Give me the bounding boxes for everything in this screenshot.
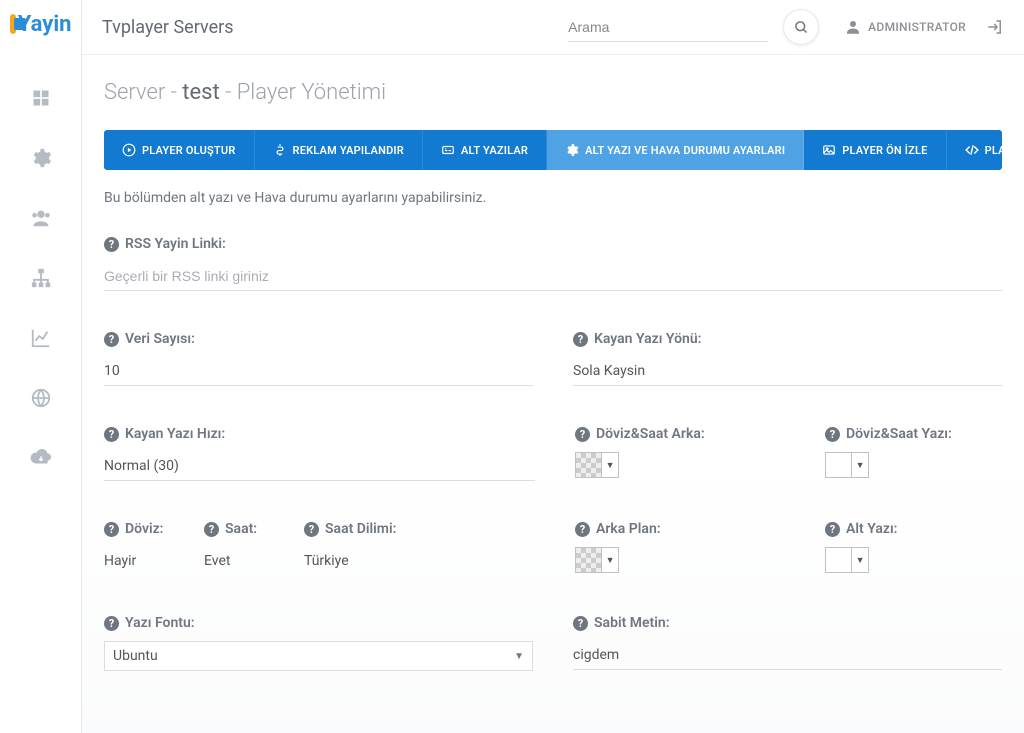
search-input[interactable] bbox=[568, 13, 768, 42]
doviz-saat-arka-label: ? Döviz&Saat Arka: bbox=[575, 426, 785, 442]
sitemap-icon bbox=[30, 267, 52, 289]
grid-icon bbox=[31, 88, 51, 108]
help-icon[interactable]: ? bbox=[204, 522, 219, 537]
help-icon[interactable]: ? bbox=[104, 616, 119, 631]
user-label: ADMINISTRATOR bbox=[868, 20, 966, 34]
help-icon[interactable]: ? bbox=[104, 522, 119, 537]
saat-dilimi-label: ? Saat Dilimi: bbox=[304, 521, 535, 537]
help-icon[interactable]: ? bbox=[573, 332, 588, 347]
tab-ad-config[interactable]: REKLAM YAPILANDIR bbox=[255, 130, 423, 170]
chevron-down-icon: ▼ bbox=[852, 548, 868, 572]
kayan-yazi-yonu-label: ? Kayan Yazı Yönü: bbox=[573, 331, 1002, 347]
sidebar: Yayin bbox=[0, 0, 82, 733]
sidebar-item-dashboard[interactable] bbox=[0, 68, 81, 128]
gear-icon bbox=[565, 143, 579, 157]
section-description: Bu bölümden alt yazı ve Hava durumu ayar… bbox=[104, 190, 1002, 206]
doviz-saat-yazi-colorpicker[interactable]: ▼ bbox=[825, 452, 869, 478]
help-icon[interactable]: ? bbox=[104, 427, 119, 442]
chevron-down-icon: ▼ bbox=[602, 548, 618, 572]
subtitle-icon bbox=[441, 143, 455, 157]
globe-icon bbox=[30, 387, 52, 409]
sabit-metin-field[interactable]: cigdem bbox=[573, 641, 1002, 670]
user-menu[interactable]: ADMINISTRATOR bbox=[844, 18, 966, 36]
sidebar-item-settings[interactable] bbox=[0, 128, 81, 188]
chart-line-icon bbox=[30, 327, 52, 349]
chevron-down-icon: ▼ bbox=[602, 453, 618, 477]
help-icon[interactable]: ? bbox=[104, 237, 119, 252]
veri-sayisi-label: ? Veri Sayısı: bbox=[104, 331, 533, 347]
money-icon bbox=[273, 143, 287, 157]
kayan-yazi-hizi-label: ? Kayan Yazı Hızı: bbox=[104, 426, 535, 442]
help-icon[interactable]: ? bbox=[104, 332, 119, 347]
tab-player-create[interactable]: PLAYER OLUŞTUR bbox=[104, 130, 255, 170]
saat-label: ? Saat: bbox=[204, 521, 264, 537]
logout-icon bbox=[986, 18, 1004, 36]
logo-icon bbox=[10, 14, 16, 34]
code-icon bbox=[965, 143, 979, 157]
sidebar-item-network[interactable] bbox=[0, 248, 81, 308]
yazi-fontu-select[interactable]: Ubuntu ▼ bbox=[104, 641, 533, 671]
tab-subtitle-weather-settings[interactable]: ALT YAZI VE HAVA DURUMU AYARLARI bbox=[547, 130, 804, 170]
rss-input[interactable] bbox=[104, 262, 1002, 291]
kayan-yazi-hizi-field[interactable]: Normal (30) bbox=[104, 452, 535, 481]
search-wrap: ADMINISTRATOR bbox=[568, 9, 1004, 45]
cloud-download-icon bbox=[30, 447, 52, 469]
tab-subtitles[interactable]: ALT YAZILAR bbox=[423, 130, 547, 170]
app-container: Yayin Tvplayer Servers bbox=[0, 0, 1024, 733]
rss-label: ? RSS Yayin Linki: bbox=[104, 236, 1002, 252]
tab-player-preview[interactable]: PLAYER ÖN İZLE bbox=[804, 130, 946, 170]
users-icon bbox=[30, 207, 52, 229]
select-value: Ubuntu bbox=[113, 648, 158, 664]
topbar-title: Tvplayer Servers bbox=[102, 17, 234, 38]
arka-plan-label: ? Arka Plan: bbox=[575, 521, 785, 537]
image-icon bbox=[822, 143, 836, 157]
logo[interactable]: Yayin bbox=[10, 10, 72, 38]
sidebar-item-users[interactable] bbox=[0, 188, 81, 248]
search-icon bbox=[794, 20, 809, 35]
color-swatch bbox=[576, 548, 602, 572]
color-swatch bbox=[826, 548, 852, 572]
content: Server - test - Player Yönetimi PLAYER O… bbox=[82, 55, 1024, 733]
arka-plan-colorpicker[interactable]: ▼ bbox=[575, 547, 619, 573]
veri-sayisi-field[interactable]: 10 bbox=[104, 357, 533, 386]
doviz-field[interactable]: Hayir bbox=[104, 547, 164, 575]
help-icon[interactable]: ? bbox=[573, 616, 588, 631]
color-swatch bbox=[576, 453, 602, 477]
logout-button[interactable] bbox=[986, 18, 1004, 36]
help-icon[interactable]: ? bbox=[825, 522, 840, 537]
color-swatch bbox=[826, 453, 852, 477]
chevron-down-icon: ▼ bbox=[852, 453, 868, 477]
sidebar-item-analytics[interactable] bbox=[0, 308, 81, 368]
logo-text: Yayin bbox=[18, 12, 72, 37]
play-circle-icon bbox=[122, 143, 136, 157]
help-icon[interactable]: ? bbox=[825, 427, 840, 442]
saat-dilimi-field[interactable]: Türkiye bbox=[304, 547, 535, 575]
alt-yazi-colorpicker[interactable]: ▼ bbox=[825, 547, 869, 573]
saat-field[interactable]: Evet bbox=[204, 547, 264, 575]
doviz-label: ? Döviz: bbox=[104, 521, 164, 537]
tab-player-code[interactable]: PLAYER KODU bbox=[947, 130, 1024, 170]
doviz-saat-yazi-label: ? Döviz&Saat Yazı: bbox=[825, 426, 1006, 442]
doviz-saat-arka-colorpicker[interactable]: ▼ bbox=[575, 452, 619, 478]
user-icon bbox=[844, 18, 862, 36]
sidebar-item-globe[interactable] bbox=[0, 368, 81, 428]
main: Tvplayer Servers ADMINISTRATOR Server - … bbox=[82, 0, 1024, 733]
chevron-down-icon: ▼ bbox=[514, 651, 524, 662]
tabbar: PLAYER OLUŞTUR REKLAM YAPILANDIR ALT YAZ… bbox=[104, 130, 1002, 170]
sabit-metin-label: ? Sabit Metin: bbox=[573, 615, 1002, 631]
kayan-yazi-yonu-field[interactable]: Sola Kaysin bbox=[573, 357, 1002, 386]
page-title: Server - test - Player Yönetimi bbox=[104, 80, 1002, 105]
topbar: Tvplayer Servers ADMINISTRATOR bbox=[82, 0, 1024, 55]
yazi-fontu-label: ? Yazı Fontu: bbox=[104, 615, 533, 631]
alt-yazi-label: ? Alt Yazı: bbox=[825, 521, 1006, 537]
gears-icon bbox=[30, 147, 52, 169]
sidebar-item-cloud[interactable] bbox=[0, 428, 81, 488]
search-button[interactable] bbox=[783, 9, 819, 45]
help-icon[interactable]: ? bbox=[575, 522, 590, 537]
help-icon[interactable]: ? bbox=[304, 522, 319, 537]
help-icon[interactable]: ? bbox=[575, 427, 590, 442]
